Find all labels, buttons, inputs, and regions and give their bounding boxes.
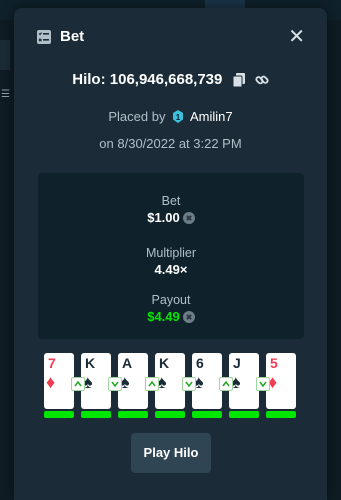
currency-coin-icon [182, 212, 195, 224]
card-result-bar [192, 411, 222, 418]
card-rank: K [159, 355, 170, 371]
playing-card: J ♠ [229, 353, 259, 409]
card-result-bar [229, 411, 259, 418]
payout-stat: Payout $4.49 [38, 292, 304, 325]
bet-label: Bet [161, 194, 181, 208]
card-history: 7 ♦ K ♠ A ♠ K ♠ 6 ♠ J ♠ 5 ♦ [44, 353, 304, 419]
playing-card: 6 ♠ [192, 353, 222, 409]
multiplier-stat: Multiplier 4.49× [38, 245, 304, 278]
bet-stat: Bet $1.00 [38, 193, 304, 226]
card-result-bar [266, 411, 296, 418]
bet-list-icon [37, 30, 51, 44]
placed-by-row: Placed by 1 Amilin7 [14, 108, 327, 126]
payout-label: Payout [151, 293, 191, 307]
sidebar-menu-icon: ☰ [1, 89, 10, 100]
background-sidebar-edge: ☰ [0, 40, 10, 100]
vip-star-icon: 1 [173, 110, 184, 123]
lower-arrow-icon [182, 377, 196, 391]
currency-coin-icon [182, 311, 195, 323]
svg-text:1: 1 [176, 113, 181, 122]
higher-arrow-icon [219, 377, 233, 391]
card-result-bar [118, 411, 148, 418]
playing-card: A ♠ [118, 353, 148, 409]
multiplier-value: 4.49× [154, 262, 188, 277]
bet-modal: Bet ✕ Hilo: 106,946,668,739 Placed by 1 … [14, 8, 327, 500]
card-result-bar [81, 411, 111, 418]
playing-card: 5 ♦ [266, 353, 296, 409]
username-link[interactable]: Amilin7 [190, 109, 233, 124]
payout-value: $4.49 [147, 309, 180, 324]
game-id-row: Hilo: 106,946,668,739 [14, 70, 327, 90]
higher-arrow-icon [71, 377, 85, 391]
bet-value: $1.00 [147, 210, 180, 225]
lower-arrow-icon [108, 377, 122, 391]
card-rank: J [233, 355, 241, 371]
background-tab-highlight [205, 0, 245, 8]
game-id: Hilo: 106,946,668,739 [72, 71, 223, 89]
copy-icon[interactable] [232, 73, 245, 88]
lower-arrow-icon [256, 377, 270, 391]
card-rank: 5 [270, 355, 278, 371]
bet-value-row: $1.00 [38, 209, 304, 226]
playing-card: 7 ♦ [44, 353, 74, 409]
multiplier-label: Multiplier [145, 246, 196, 260]
higher-arrow-icon [145, 377, 159, 391]
playing-card: K ♠ [155, 353, 185, 409]
modal-header: Bet ✕ [14, 8, 327, 66]
playing-card: K ♠ [81, 353, 111, 409]
payout-value-row: $4.49 [38, 308, 304, 325]
card-rank: 7 [48, 355, 56, 371]
card-rank: A [122, 355, 133, 371]
bet-date: on 8/30/2022 at 3:22 PM [99, 136, 242, 151]
bet-stats-panel: Bet $1.00 Multiplier 4.49× Payout $4.49 [38, 173, 304, 339]
card-rank: 6 [196, 355, 204, 371]
card-result-bar [155, 411, 185, 418]
link-icon[interactable] [255, 73, 269, 87]
placed-by-label: Placed by [108, 109, 166, 124]
modal-title: Bet [60, 28, 85, 45]
play-hilo-button[interactable]: Play Hilo [131, 433, 211, 473]
close-icon[interactable]: ✕ [288, 27, 305, 47]
card-rank: K [85, 355, 96, 371]
card-result-bar [44, 411, 74, 418]
diamond-suit-icon: ♦ [46, 372, 56, 392]
